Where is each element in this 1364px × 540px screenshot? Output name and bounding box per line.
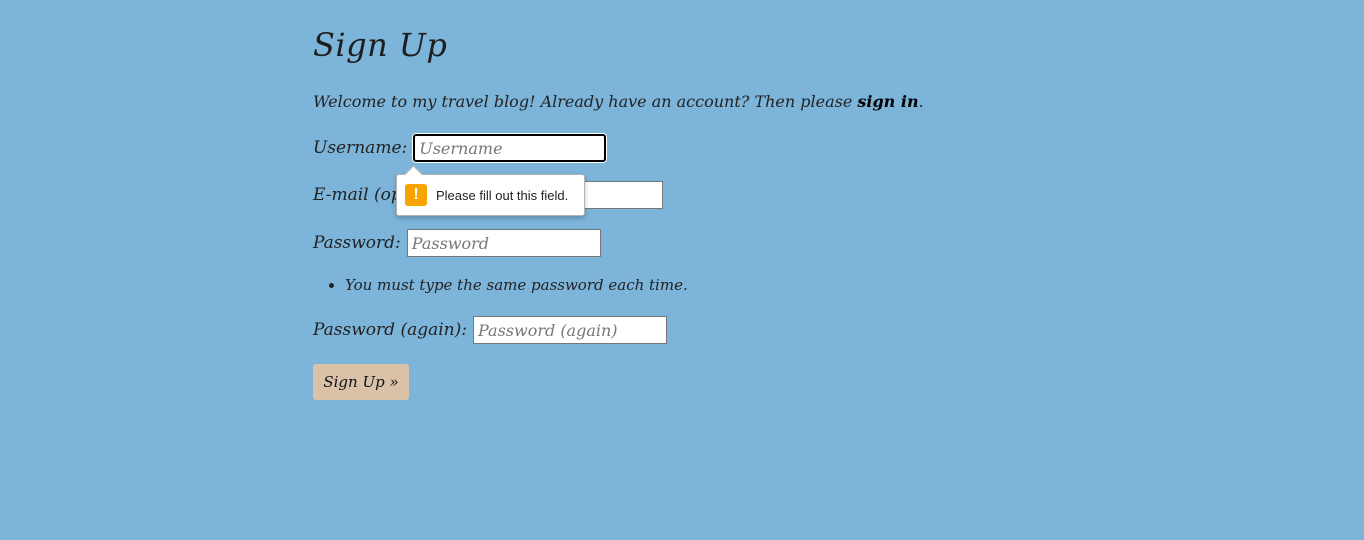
intro-text: Welcome to my travel blog! Already have … bbox=[313, 92, 924, 111]
username-label: Username: bbox=[313, 138, 408, 158]
warning-icon: ! bbox=[405, 184, 427, 206]
intro-end: . bbox=[918, 92, 924, 111]
password-help-list: You must type the same password each tim… bbox=[327, 276, 688, 294]
password-input[interactable] bbox=[406, 229, 601, 257]
validation-message: Please fill out this field. bbox=[436, 187, 569, 203]
password-again-input[interactable] bbox=[473, 316, 667, 344]
password-row: Password: bbox=[313, 229, 601, 257]
sign-up-button[interactable]: Sign Up » bbox=[313, 364, 409, 400]
password-again-row: Password (again): bbox=[313, 316, 667, 344]
validation-tooltip: ! Please fill out this field. bbox=[396, 174, 585, 216]
sign-in-link[interactable]: sign in bbox=[857, 92, 918, 111]
username-input[interactable] bbox=[413, 134, 607, 162]
password-label: Password: bbox=[313, 233, 401, 253]
intro-message: Welcome to my travel blog! Already have … bbox=[313, 92, 858, 111]
password-again-label: Password (again): bbox=[313, 320, 467, 340]
page-title: Sign Up bbox=[313, 26, 448, 64]
username-row: Username: bbox=[313, 134, 607, 162]
password-help-text: You must type the same password each tim… bbox=[345, 276, 688, 294]
